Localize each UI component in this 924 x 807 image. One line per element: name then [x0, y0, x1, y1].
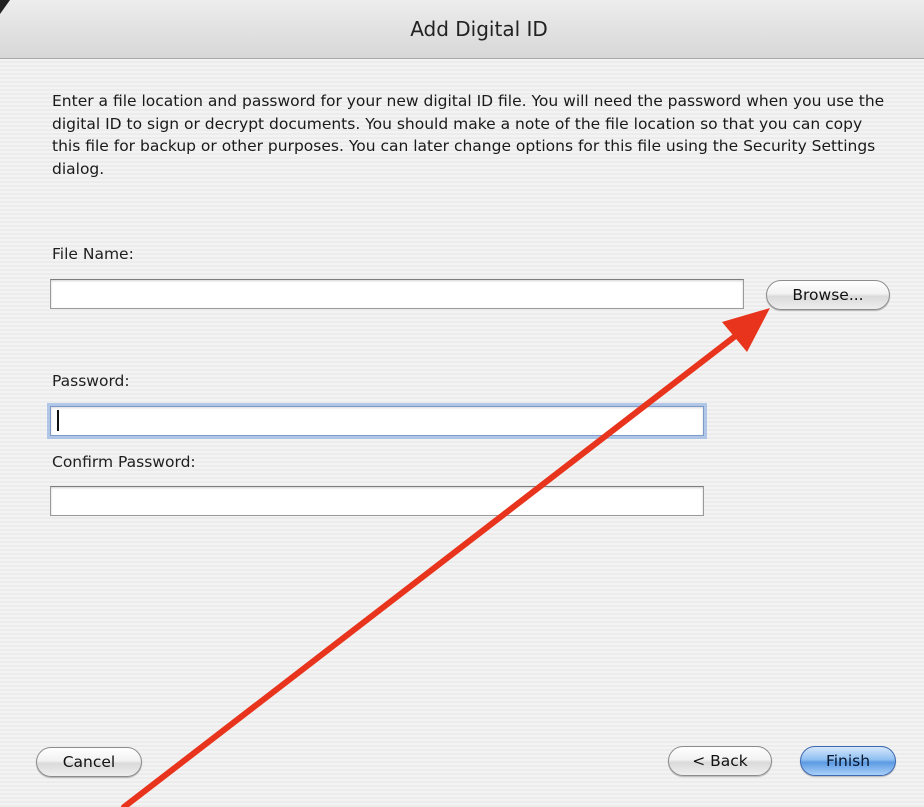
file-name-input[interactable] [50, 279, 744, 309]
instructions-text: Enter a file location and password for y… [52, 92, 885, 178]
confirm-password-label: Confirm Password: [52, 453, 196, 471]
text-cursor [57, 410, 59, 431]
back-button[interactable]: < Back [668, 746, 772, 776]
browse-button[interactable]: Browse... [766, 280, 890, 310]
window-corner [0, 0, 10, 14]
window-title: Add Digital ID [410, 17, 548, 41]
cancel-button[interactable]: Cancel [36, 747, 142, 777]
finish-button[interactable]: Finish [800, 746, 896, 776]
password-input[interactable] [50, 406, 704, 436]
confirm-password-input[interactable] [50, 486, 704, 516]
password-label: Password: [52, 372, 130, 390]
file-name-label: File Name: [52, 245, 134, 263]
title-bar: Add Digital ID [0, 0, 924, 59]
